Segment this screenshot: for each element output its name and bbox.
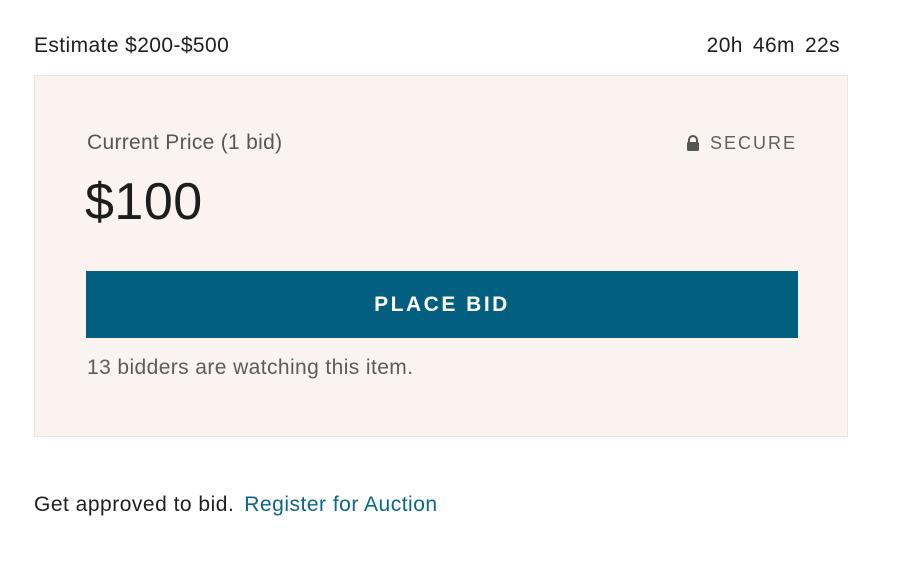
estimate-range: Estimate $200-$500 [34, 34, 230, 57]
secure-label: SECURE [709, 132, 797, 153]
countdown-seconds: 22s [804, 34, 840, 57]
lock-icon [686, 134, 699, 151]
registration-row: Get approved to bid. Register for Auctio… [34, 493, 438, 517]
auction-countdown: 20h 46m 22s [707, 34, 840, 58]
bid-panel: Current Price (1 bid) SECURE $100 PLACE … [34, 75, 848, 437]
approval-prompt: Get approved to bid. [34, 493, 235, 516]
register-for-auction-link[interactable]: Register for Auction [244, 493, 437, 517]
current-price-label: Current Price (1 bid) [87, 131, 283, 154]
countdown-minutes: 46m [752, 34, 795, 57]
bid-panel-header: Current Price (1 bid) SECURE [87, 131, 797, 155]
watchers-count-text: 13 bidders are watching this item. [87, 356, 414, 379]
auction-summary-row: Estimate $200-$500 20h 46m 22s [34, 32, 840, 60]
place-bid-button[interactable]: PLACE BID [86, 271, 798, 338]
secure-indicator: SECURE [686, 133, 797, 154]
current-price: $100 [85, 173, 203, 231]
countdown-hours: 20h [706, 34, 743, 57]
